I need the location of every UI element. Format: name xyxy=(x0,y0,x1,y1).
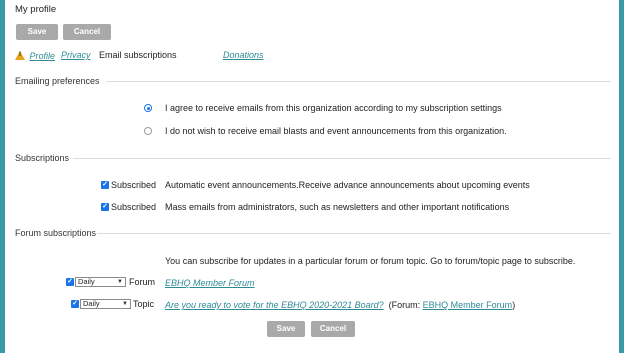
forum-link[interactable]: EBHQ Member Forum xyxy=(165,278,255,288)
save-button-bottom[interactable]: Save xyxy=(267,321,305,337)
tab-privacy[interactable]: Privacy xyxy=(61,50,91,60)
profile-page: My profile Save Cancel ! Profile Privacy… xyxy=(5,0,619,353)
section-divider xyxy=(106,81,611,82)
chevron-down-icon: ▼ xyxy=(122,301,128,307)
page-title: My profile xyxy=(15,4,57,15)
forum-kind-label: Forum xyxy=(129,277,156,287)
topic-link[interactable]: Are you ready to vote for the EBHQ 2020-… xyxy=(165,300,384,310)
topic-forum-suffix: ) xyxy=(512,300,516,310)
emailing-preferences-heading: Emailing preferences xyxy=(15,76,100,86)
subscription-status-events: Subscribed xyxy=(111,180,157,190)
warning-icon: ! xyxy=(15,50,25,60)
section-divider xyxy=(97,233,611,234)
tab-donations[interactable]: Donations xyxy=(223,50,264,60)
subscriptions-heading: Subscriptions xyxy=(15,153,70,163)
tab-profile[interactable]: Profile xyxy=(30,51,56,61)
forum-checkbox[interactable]: ✓ xyxy=(66,278,74,286)
cancel-button-bottom[interactable]: Cancel xyxy=(311,321,355,337)
topic-frequency-select[interactable]: Daily ▼ xyxy=(80,299,131,309)
subscription-checkbox-mass-emails[interactable]: ✓ xyxy=(101,203,109,211)
topic-forum-prefix: (Forum: xyxy=(388,300,423,310)
tab-email-subscriptions[interactable]: Email subscriptions xyxy=(99,50,177,60)
topic-checkbox[interactable]: ✓ xyxy=(71,300,79,308)
agree-label: I agree to receive emails from this orga… xyxy=(165,103,502,113)
chevron-down-icon: ▼ xyxy=(117,279,123,285)
topic-kind-label: Topic xyxy=(133,299,155,309)
topic-forum-link[interactable]: EBHQ Member Forum xyxy=(423,300,513,310)
topic-row: Are you ready to vote for the EBHQ 2020-… xyxy=(165,300,515,310)
forum-subscriptions-intro: You can subscribe for updates in a parti… xyxy=(165,256,576,266)
forum-frequency-value: Daily xyxy=(78,277,95,286)
cancel-button-top[interactable]: Cancel xyxy=(63,24,111,40)
forum-subscriptions-heading: Forum subscriptions xyxy=(15,228,97,238)
decline-label: I do not wish to receive email blasts an… xyxy=(165,126,507,136)
section-divider xyxy=(73,158,611,159)
decline-radio[interactable] xyxy=(144,127,152,135)
agree-radio[interactable] xyxy=(144,104,152,112)
topic-frequency-value: Daily xyxy=(83,299,100,308)
subscription-description-mass-emails: Mass emails from administrators, such as… xyxy=(165,202,510,212)
subscription-checkbox-events[interactable]: ✓ xyxy=(101,181,109,189)
profile-tabs: ! Profile xyxy=(15,50,55,62)
subscription-description-events: Automatic event announcements.Receive ad… xyxy=(165,180,530,190)
save-button-top[interactable]: Save xyxy=(16,24,58,40)
subscription-status-mass-emails: Subscribed xyxy=(111,202,157,212)
forum-frequency-select[interactable]: Daily ▼ xyxy=(75,277,126,287)
